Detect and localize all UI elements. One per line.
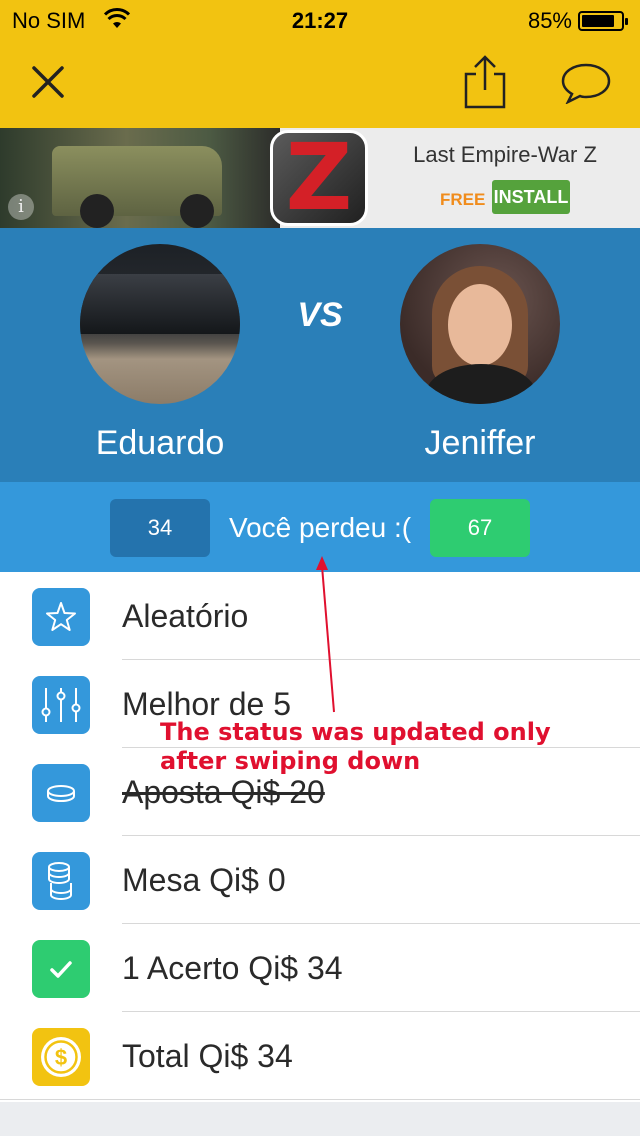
ad-price: FREE xyxy=(440,190,486,209)
ad-image xyxy=(0,128,280,228)
close-icon xyxy=(32,66,64,98)
checkmark-icon xyxy=(32,940,90,998)
annotation-line-2: after swiping down xyxy=(160,747,421,775)
detail-label: Aleatório xyxy=(122,598,249,634)
ad-title: Last Empire-War Z xyxy=(413,142,597,167)
sliders-icon xyxy=(32,676,90,734)
score-bar: 34 Você perdeu :( 67 xyxy=(0,482,640,572)
avatar-right[interactable] xyxy=(400,244,560,404)
info-icon[interactable]: i xyxy=(8,194,34,220)
detail-row-correct: 1 Acerto Qi$ 34 xyxy=(0,924,640,1012)
detail-row-mode: Aleatório xyxy=(0,572,640,660)
detail-label: 1 Acerto Qi$ 34 xyxy=(122,950,343,986)
svg-text:$: $ xyxy=(55,1045,67,1070)
install-button[interactable]: INSTALL xyxy=(492,180,570,214)
ad-banner[interactable]: i Z Last Empire-War Z FREE INSTALL xyxy=(0,128,640,228)
detail-label: Aposta Qi$ 20 xyxy=(122,774,325,810)
app-icon-letter: Z xyxy=(285,130,353,226)
share-icon xyxy=(464,55,506,109)
star-icon xyxy=(32,588,90,646)
detail-label: Mesa Qi$ 0 xyxy=(122,862,286,898)
dollar-coin-icon: $ xyxy=(32,1028,90,1086)
vs-label: VS xyxy=(297,296,343,334)
score-right: 67 xyxy=(430,499,530,557)
avatar-left[interactable] xyxy=(80,244,240,404)
detail-label: Total Qi$ 34 xyxy=(122,1038,293,1074)
match-details-list: Aleatório Melhor de 5 Aposta Qi$ 20 Mesa… xyxy=(0,572,640,1102)
status-bar: No SIM 21:27 85% xyxy=(0,0,640,40)
annotation-line-1: The status was updated only xyxy=(160,718,551,746)
result-status: Você perdeu :( xyxy=(228,512,412,543)
players-panel: VS Eduardo Jeniffer xyxy=(0,228,640,482)
annotation-text: The status was updated only after swipin… xyxy=(160,718,580,776)
battery-percent: 85% xyxy=(527,8,572,33)
coin-icon xyxy=(32,764,90,822)
coin-stack-icon xyxy=(32,852,90,910)
battery-fill xyxy=(582,15,614,27)
score-left: 34 xyxy=(110,499,210,557)
battery-icon xyxy=(578,11,628,31)
detail-row-table: Mesa Qi$ 0 xyxy=(0,836,640,924)
close-button[interactable] xyxy=(28,62,68,102)
app-icon: Z xyxy=(270,130,368,226)
share-button[interactable] xyxy=(462,54,508,110)
detail-row-total: $ Total Qi$ 34 xyxy=(0,1012,640,1100)
chat-button[interactable] xyxy=(560,62,612,105)
player-name-right: Jeniffer xyxy=(424,424,536,462)
top-header: No SIM 21:27 85% xyxy=(0,0,640,128)
chat-bubble-icon xyxy=(561,63,611,105)
player-name-left: Eduardo xyxy=(95,424,225,462)
